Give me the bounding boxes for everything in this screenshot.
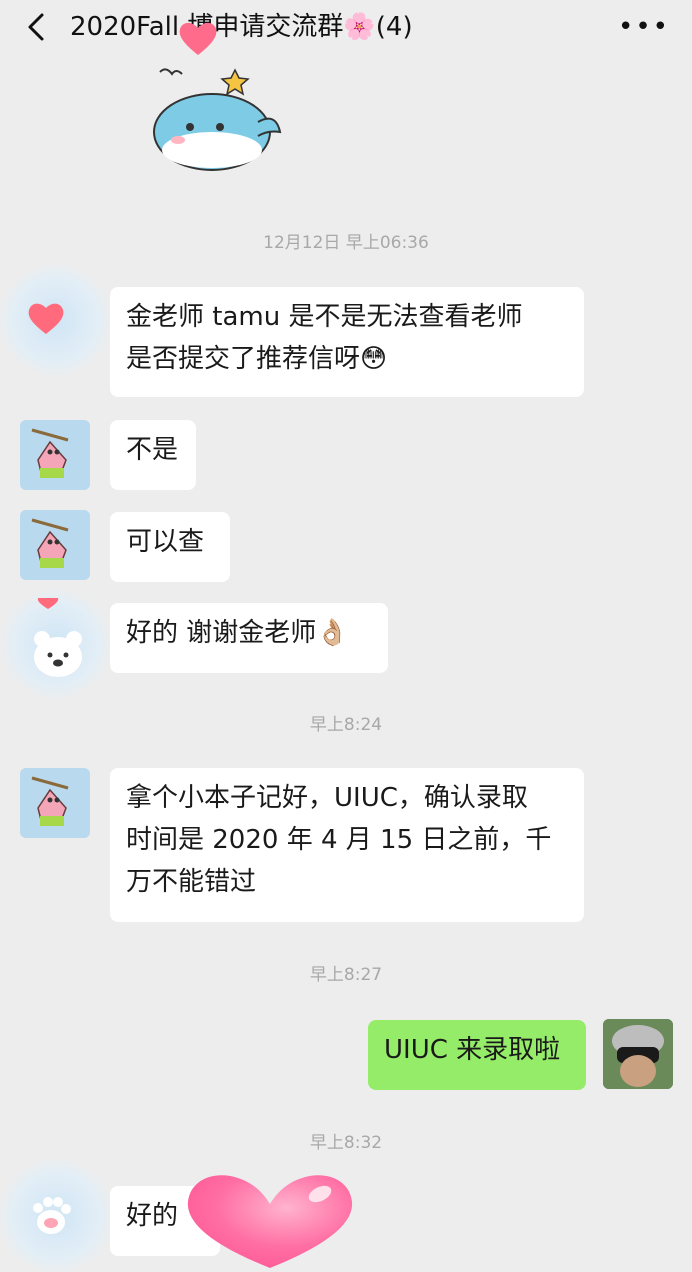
whale-sticker [153, 68, 282, 171]
avatar[interactable] [603, 1019, 673, 1089]
more-icon[interactable]: ••• [618, 10, 670, 44]
message-bubble[interactable]: 不是 [110, 420, 196, 490]
message-text: 好的 谢谢金老师👌🏼 [126, 618, 349, 648]
message-text: 可以查 [126, 527, 205, 557]
avatar[interactable] [20, 768, 90, 838]
heart-sticker [187, 1175, 353, 1268]
avatar[interactable] [20, 510, 90, 580]
timestamp: 早上8:24 [309, 715, 383, 735]
patrick-avatar [31, 518, 69, 568]
bear-sticker [34, 631, 82, 677]
message-text: UIUC 来录取啦 [384, 1035, 561, 1065]
timestamp: 早上8:32 [309, 1133, 383, 1153]
avatar[interactable] [20, 420, 90, 490]
message-text: 拿个小本子记好，UIUC，确认录取 [126, 783, 528, 813]
message-text: 万不能错过 [126, 867, 257, 897]
message-text: 时间是 2020 年 4 月 15 日之前，千 [126, 825, 552, 855]
chat-header: 2020Fall 博申请交流群🌸(4) ••• [0, 0, 692, 56]
message-text: 不是 [126, 435, 179, 465]
chat-title: 2020Fall 博申请交流群🌸(4) [70, 12, 413, 42]
heart-sticker [179, 22, 217, 55]
message-bubble[interactable]: 好的 谢谢金老师👌🏼 [110, 603, 388, 673]
paw-sticker [33, 1197, 71, 1234]
message-bubble-outgoing[interactable]: UIUC 来录取啦 [368, 1020, 586, 1090]
message-bubble[interactable]: 可以查 [110, 512, 230, 582]
user-avatar-icon [603, 1019, 673, 1089]
chevron-left-icon[interactable] [22, 12, 50, 42]
patrick-avatar [31, 776, 69, 826]
message-bubble[interactable]: 拿个小本子记好，UIUC，确认录取 时间是 2020 年 4 月 15 日之前，… [110, 768, 584, 922]
message-text: 是否提交了推荐信呀😳 [126, 344, 388, 374]
message-text: 金老师 tamu 是不是无法查看老师 [126, 302, 523, 332]
heart-sticker [37, 598, 59, 609]
timestamp: 12月12日 早上06:36 [263, 233, 429, 253]
heart-sticker [28, 303, 64, 334]
message-bubble[interactable]: 金老师 tamu 是不是无法查看老师 是否提交了推荐信呀😳 [110, 287, 584, 397]
timestamp: 早上8:27 [309, 965, 383, 985]
patrick-avatar [31, 428, 69, 478]
